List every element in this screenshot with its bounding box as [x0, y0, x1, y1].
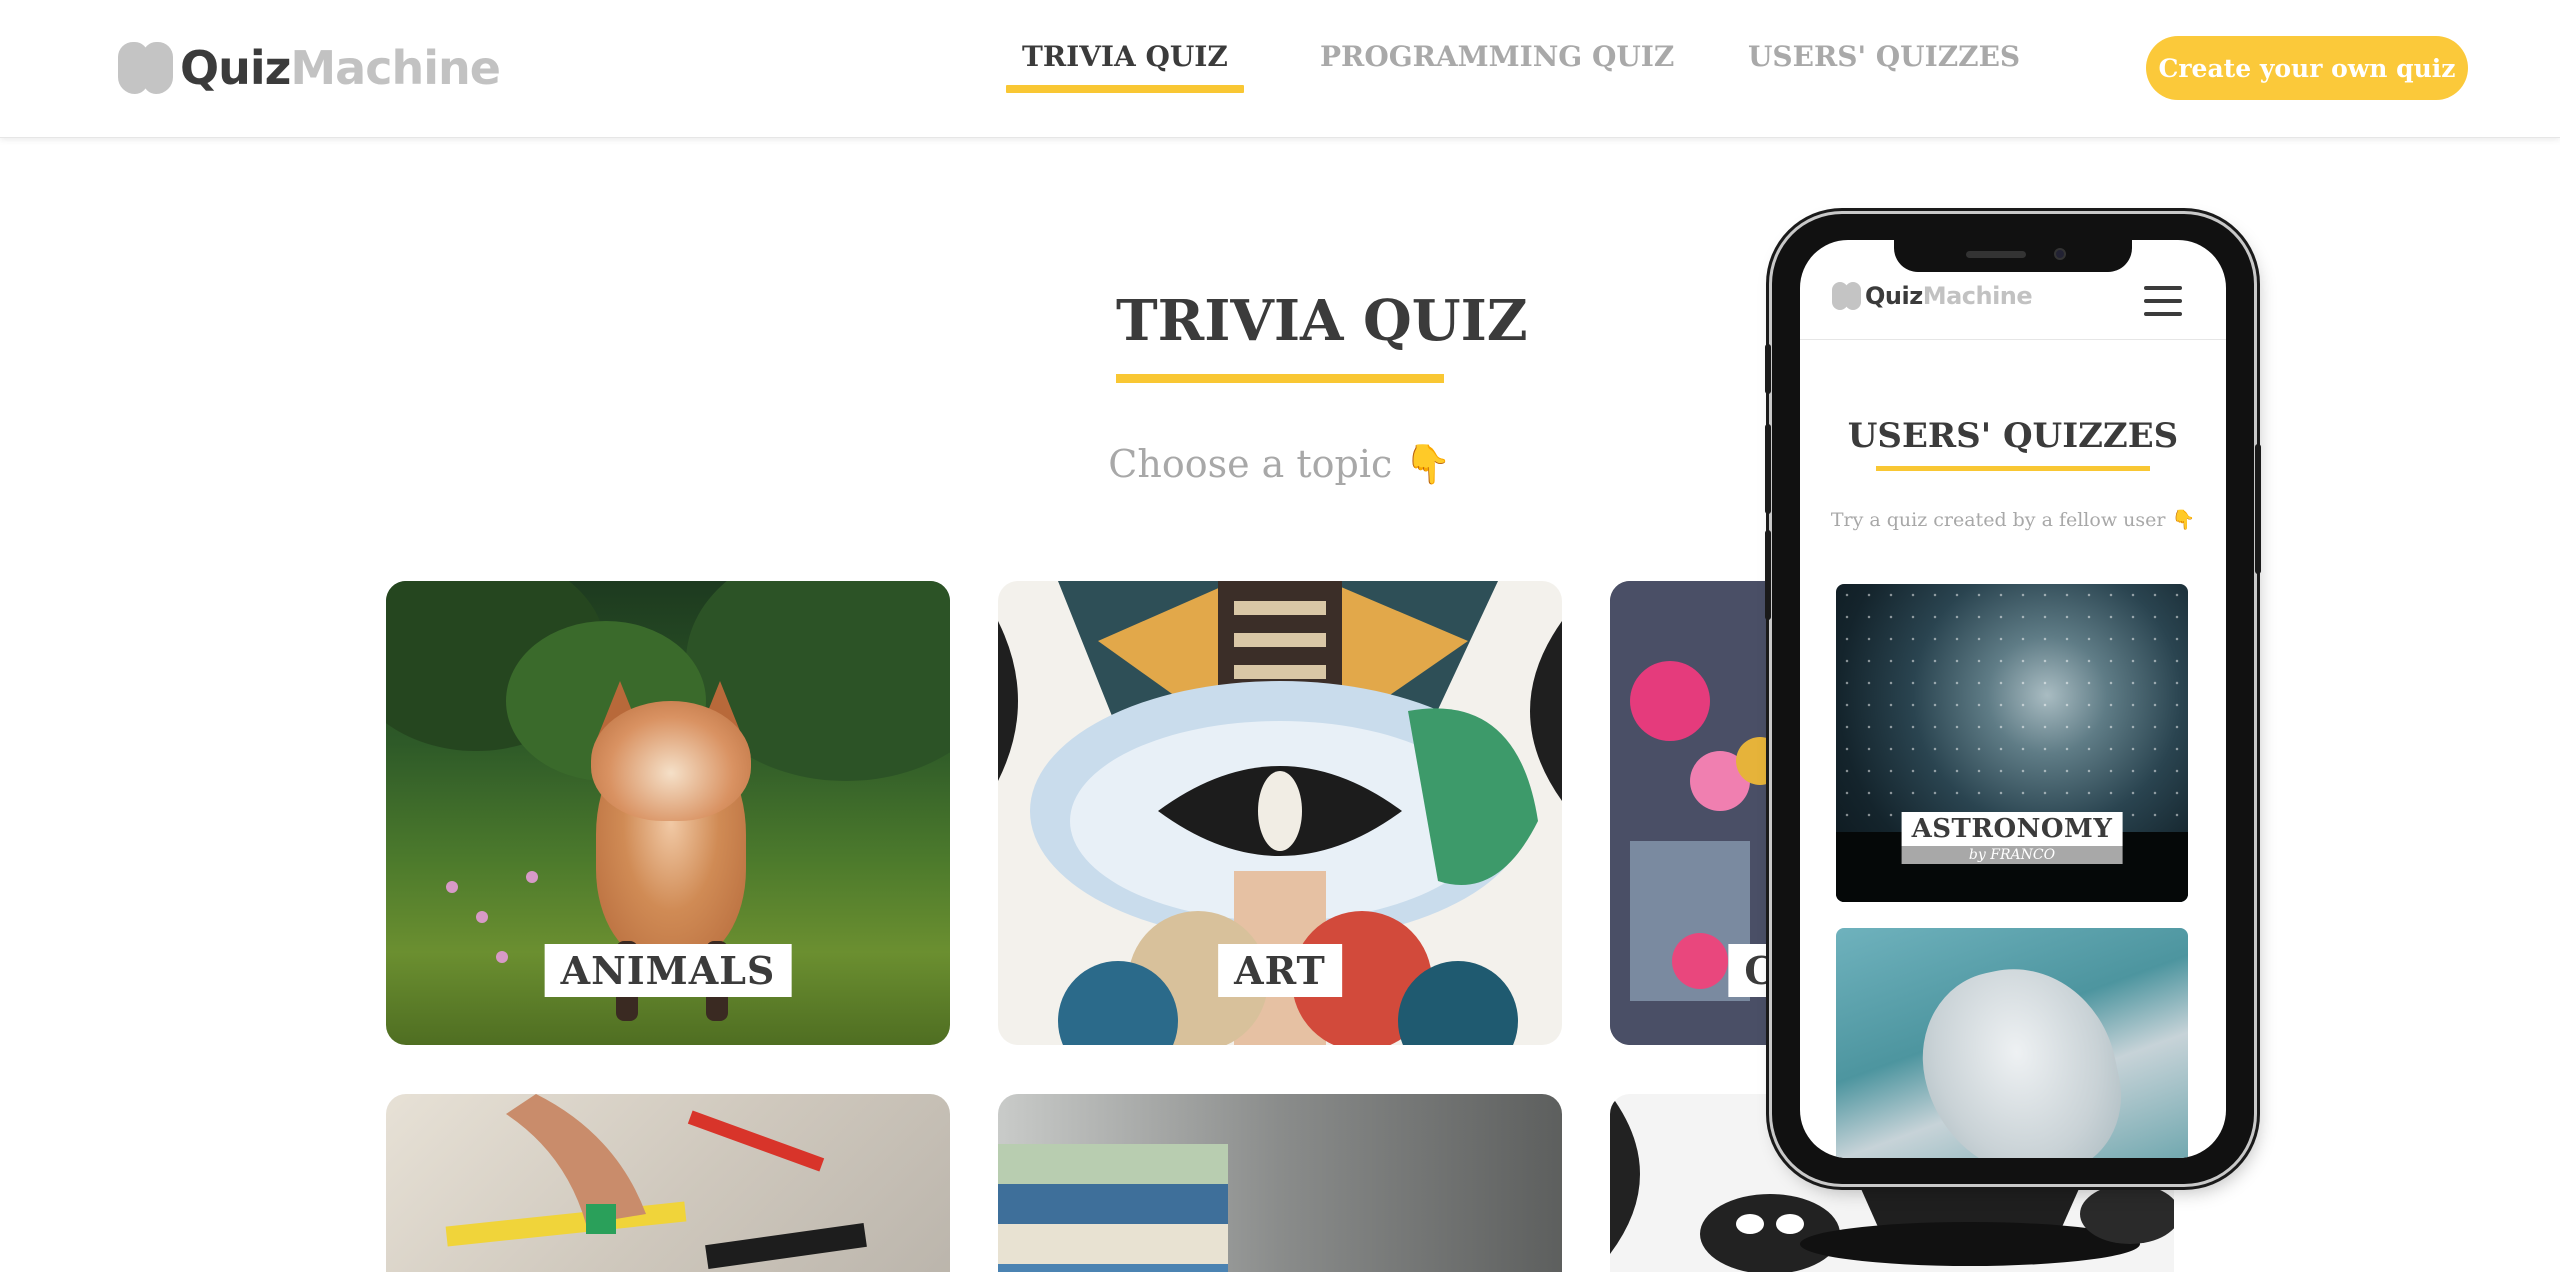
- mobile-page-title: USERS' QUIZZES: [1847, 416, 2179, 456]
- nav-users-quizzes[interactable]: USERS' QUIZZES: [1748, 40, 2020, 93]
- ice-satellite-image: [1906, 950, 2136, 1158]
- topic-card-board-games[interactable]: [386, 1094, 950, 1272]
- mobile-logo-text-machine: Machine: [1922, 282, 2033, 310]
- phone-screen: QuizMachine USERS' QUIZZES Try a quiz cr…: [1800, 240, 2226, 1158]
- camera-icon: [2054, 248, 2066, 260]
- topic-card-animals[interactable]: ANIMALS: [386, 581, 950, 1045]
- phone-mockup: QuizMachine USERS' QUIZZES Try a quiz cr…: [1765, 214, 2261, 1184]
- mobile-quiz-label: ASTRONOMY by FRANCO: [1901, 812, 2123, 864]
- mobile-page-subtitle: Try a quiz created by a fellow user 👇: [1830, 509, 2196, 531]
- page-title: TRIVIA QUIZ: [1116, 288, 1528, 354]
- brain-logo-icon: [1832, 282, 1862, 310]
- mobile-logo-text: QuizMachine: [1865, 282, 2033, 310]
- mobile-title-underline: [1876, 466, 2150, 471]
- mobile-quiz-card-2[interactable]: [1836, 928, 2188, 1158]
- mobile-quiz-card-astronomy[interactable]: ASTRONOMY by FRANCO: [1836, 584, 2188, 902]
- create-quiz-button[interactable]: Create your own quiz: [2146, 36, 2468, 100]
- books-image: [998, 1144, 1228, 1272]
- topic-label-art: ART: [1218, 944, 1342, 997]
- brain-logo-icon: [118, 42, 174, 94]
- nav-programming-quiz[interactable]: PROGRAMMING QUIZ: [1320, 40, 1674, 93]
- topic-label-animals: ANIMALS: [544, 944, 792, 997]
- title-underline: [1116, 374, 1444, 383]
- mobile-logo-text-quiz: Quiz: [1865, 282, 1923, 310]
- hamburger-menu-icon[interactable]: [2144, 286, 2182, 318]
- board-game-image: [445, 1094, 867, 1270]
- logo-text-quiz: Quiz: [180, 41, 291, 95]
- phone-side-button: [1765, 344, 1771, 394]
- logo-text-machine: Machine: [290, 41, 501, 95]
- site-header: QuizMachine TRIVIA QUIZ PROGRAMMING QUIZ…: [0, 0, 2560, 138]
- page-subtitle: Choose a topic 👇: [1108, 442, 1452, 486]
- topic-card-books[interactable]: [998, 1094, 1562, 1272]
- mobile-quiz-title: ASTRONOMY: [1901, 812, 2123, 846]
- nav-trivia-quiz[interactable]: TRIVIA QUIZ: [1006, 40, 1244, 93]
- phone-notch: [1894, 240, 2132, 272]
- logo[interactable]: QuizMachine: [118, 40, 501, 96]
- mobile-quiz-author: by FRANCO: [1901, 846, 2123, 864]
- topic-card-art[interactable]: ART: [998, 581, 1562, 1045]
- logo-text: QuizMachine: [180, 41, 501, 95]
- mobile-logo[interactable]: QuizMachine: [1832, 282, 2033, 310]
